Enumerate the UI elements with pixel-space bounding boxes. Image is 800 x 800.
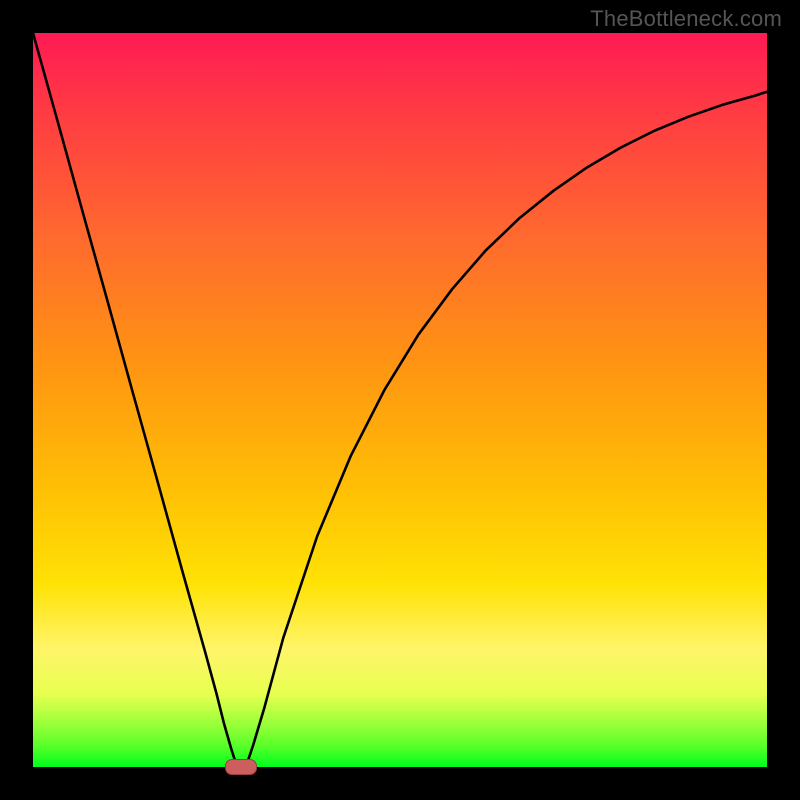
curve-path [33,33,767,767]
plot-area [33,33,767,767]
optimal-point-marker [225,759,257,775]
watermark-text: TheBottleneck.com [590,6,782,32]
bottleneck-curve [33,33,767,767]
chart-frame: TheBottleneck.com [0,0,800,800]
